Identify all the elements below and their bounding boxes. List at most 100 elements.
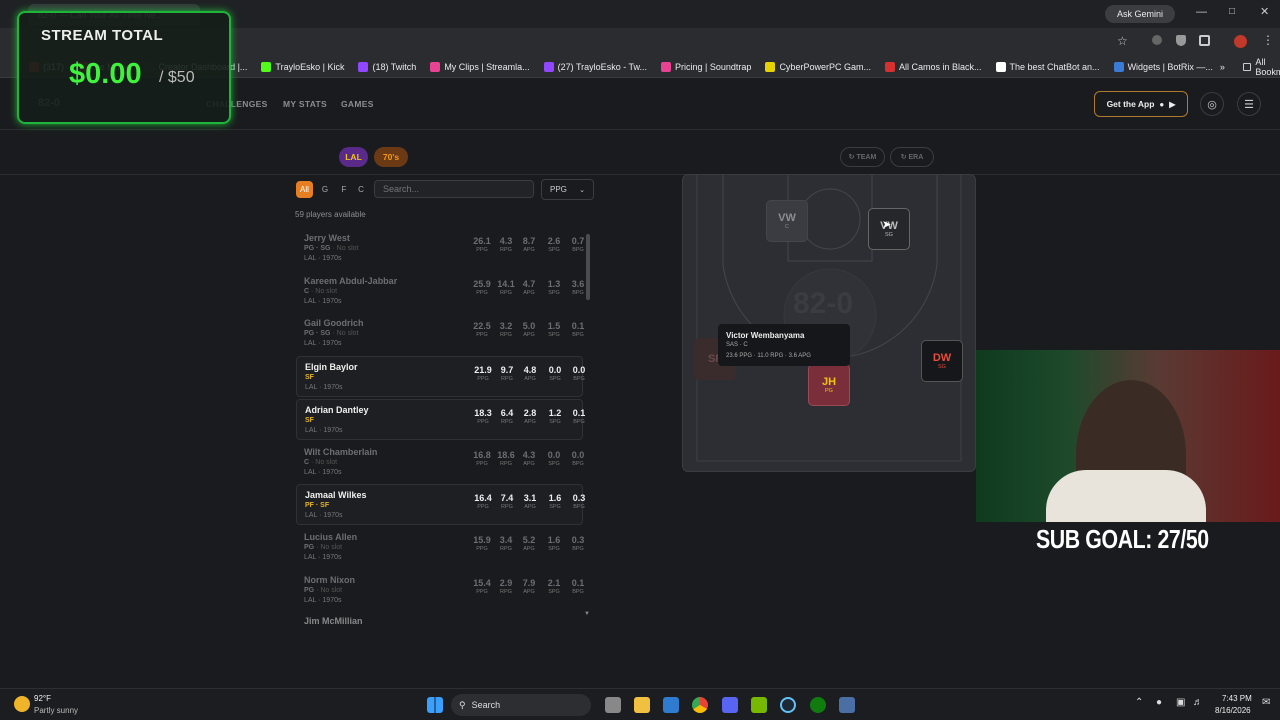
stat-value: 0.3 (571, 534, 585, 545)
bookmark-item[interactable]: The best ChatBot an... (989, 61, 1107, 72)
all-bookmarks[interactable]: All Bookmarks (1242, 57, 1280, 77)
xbox-icon[interactable] (810, 697, 826, 713)
player-row[interactable]: Gail Goodrich PG · SG · No slot LAL · 1970… (296, 313, 584, 354)
app-icon[interactable] (839, 697, 855, 713)
weather-icon[interactable] (14, 696, 30, 712)
bookmark-item[interactable]: (27) TrayloEsko - Tw... (537, 61, 654, 72)
file-explorer-icon[interactable] (634, 697, 650, 713)
chrome-icon[interactable] (692, 697, 708, 713)
player-row[interactable]: Lucius Allen PG · No slot LAL · 1970s 15.9 P… (296, 527, 584, 568)
filter-guard[interactable]: G (318, 181, 332, 198)
player-slot-note: · No slot (309, 287, 338, 295)
player-stat: 6.4 RPG (495, 408, 519, 425)
stat-value: 18.6 (497, 449, 515, 460)
player-slot-note: · No slot (314, 586, 343, 594)
filter-center[interactable]: C (354, 181, 368, 198)
era-refresh-button[interactable]: ↻ ERA (890, 147, 934, 167)
stat-label: RPG (501, 418, 513, 425)
player-row[interactable]: Elgin Baylor SF LAL · 1970s 21.9 PPG 9.7 RPG 4.… (296, 356, 585, 398)
bookmark-item[interactable]: (18) Twitch (351, 61, 423, 72)
stat-label: RPG (500, 588, 512, 595)
nav-games[interactable]: GAMES (341, 99, 374, 109)
player-position-code: PG · SG (304, 245, 331, 252)
player-slot-note: · No slot (309, 458, 338, 466)
task-view-icon[interactable] (605, 697, 621, 713)
play-icon: ▶ (1169, 99, 1176, 109)
filter-all[interactable]: All (296, 181, 313, 198)
extension-icon[interactable] (1152, 35, 1162, 45)
hamburger-menu-button[interactable]: ☰ (1237, 92, 1261, 116)
nvidia-icon[interactable] (751, 697, 767, 713)
stat-value: 3.4 (499, 534, 513, 545)
mic-icon[interactable]: ● (1156, 697, 1162, 708)
minimize-icon[interactable]: — (1196, 6, 1207, 18)
start-button[interactable] (427, 697, 443, 713)
bookmark-item[interactable]: TrayloEsko | Kick (254, 61, 351, 72)
profile-avatar[interactable] (1234, 35, 1247, 48)
player-stat: 5.2 APG (517, 535, 541, 552)
steam-icon[interactable] (780, 697, 796, 713)
streamer-shirt (1046, 470, 1206, 522)
clock-time[interactable]: 7:43 PM (1222, 694, 1252, 703)
more-bookmarks-icon[interactable]: » (1220, 62, 1225, 72)
player-position: SF (305, 374, 314, 381)
notification-icon[interactable]: ✉ (1262, 697, 1270, 708)
player-stat: 4.8 APG (518, 365, 542, 382)
clock-date[interactable]: 8/16/2026 (1215, 706, 1251, 715)
network-icon[interactable]: ▣ (1176, 697, 1185, 708)
sort-select[interactable]: PPG ⌄ (541, 179, 594, 200)
player-row[interactable]: Norm Nixon PG · No slot LAL · 1970s 15.4 PPG… (296, 570, 584, 611)
player-position: PF · SF (305, 502, 329, 509)
shield-icon[interactable] (1176, 35, 1186, 46)
language-globe-button[interactable]: ◎ (1200, 92, 1224, 116)
tray-chevron-icon[interactable]: ⌃ (1135, 697, 1143, 708)
nav-my-stats[interactable]: MY STATS (283, 99, 327, 109)
team-pill[interactable]: LAL (339, 147, 368, 167)
player-row[interactable]: Wilt Chamberlain C · No slot LAL · 1970s 16… (296, 442, 584, 483)
stat-value: 18.3 (474, 407, 492, 418)
player-stat: 25.9 PPG (470, 279, 494, 296)
scroll-down-icon[interactable]: ▼ (584, 611, 590, 617)
bookmark-item[interactable]: Widgets | BotRix —... (1107, 61, 1220, 72)
stat-value: 5.0 (522, 321, 536, 332)
bookmark-item[interactable]: Pricing | Soundtrap (654, 61, 758, 72)
ask-gemini-button[interactable]: Ask Gemini (1105, 5, 1175, 23)
bookmark-star-icon[interactable]: ☆ (1117, 34, 1128, 48)
close-window-icon[interactable]: ✕ (1260, 5, 1269, 18)
player-search-input[interactable] (374, 180, 534, 198)
court-slot[interactable]: DW SG (921, 340, 963, 382)
stream-total-goal: / $50 (159, 69, 195, 86)
stat-value: 5.2 (522, 534, 536, 545)
store-icon[interactable] (663, 697, 679, 713)
next-player-name[interactable]: Jim McMillian (304, 616, 363, 624)
era-pill[interactable]: 70's (374, 147, 408, 167)
stat-value: 16.8 (473, 449, 491, 460)
browser-menu-icon[interactable]: ⋮ (1262, 33, 1274, 47)
player-row[interactable]: Kareem Abdul-Jabbar C · No slot LAL · 1970… (296, 271, 584, 312)
bookmark-item[interactable]: CyberPowerPC Gam... (758, 61, 878, 72)
player-row[interactable]: Jamaal Wilkes PF · SF LAL · 1970s 16.4 PPG 7.… (296, 484, 585, 526)
bookmark-item[interactable]: My Clips | Streamla... (423, 61, 536, 72)
player-row[interactable]: Jerry West PG · SG · No slot LAL · 1970s 26… (296, 228, 584, 269)
stream-total-title: STREAM TOTAL (41, 27, 164, 44)
list-scrollbar[interactable] (586, 234, 590, 300)
puzzle-icon[interactable] (1199, 35, 1210, 46)
court-slot[interactable]: VW C (766, 200, 808, 242)
discord-icon[interactable] (722, 697, 738, 713)
stat-value: 0.3 (572, 493, 586, 504)
get-app-button[interactable]: Get the App ● ▶ (1094, 91, 1188, 117)
player-position: SF (305, 417, 314, 424)
maximize-icon[interactable]: □ (1229, 6, 1235, 17)
player-stat: 2.8 APG (518, 408, 542, 425)
taskbar-search[interactable]: ⚲ Search (451, 694, 591, 716)
stat-label: PPG (476, 332, 488, 339)
team-refresh-button[interactable]: ↻ TEAM (840, 147, 885, 167)
volume-icon[interactable]: ♬ (1193, 697, 1203, 708)
tooltip-stats: 23.6 PPG · 11.0 RPG · 3.6 APG (726, 353, 811, 359)
bookmark-label: Widgets | BotRix —... (1127, 61, 1213, 72)
bookmark-item[interactable]: All Camos in Black... (878, 61, 989, 72)
slot-position: SG (885, 232, 893, 238)
filter-forward[interactable]: F (337, 181, 351, 198)
player-row[interactable]: Adrian Dantley SF LAL · 1970s 18.3 PPG 6.4 RPG… (296, 398, 585, 440)
court-slot[interactable]: JH PG (808, 364, 850, 406)
